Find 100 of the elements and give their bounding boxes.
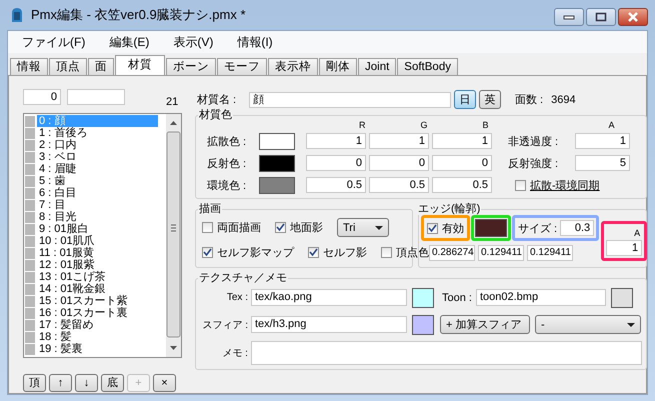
list-item[interactable]: 18 : 髪 bbox=[24, 331, 166, 343]
list-item[interactable]: 3 : ベロ bbox=[24, 151, 166, 163]
menu-item[interactable]: 情報(I) bbox=[237, 34, 273, 50]
list-item[interactable]: 12 : 01服紫 bbox=[24, 259, 166, 271]
tab[interactable]: モーフ bbox=[217, 58, 267, 75]
value-field[interactable]: 1 bbox=[306, 133, 366, 149]
minimize-button[interactable] bbox=[554, 8, 584, 26]
checkbox[interactable]: セルフ影マップ bbox=[202, 245, 294, 260]
list-item[interactable]: 7 : 目 bbox=[24, 199, 166, 211]
checkbox[interactable]: 地面影 bbox=[275, 220, 323, 235]
search-field[interactable] bbox=[67, 89, 125, 105]
tab[interactable]: 頂点 bbox=[49, 58, 87, 75]
value-field[interactable]: 0.5 bbox=[369, 177, 429, 193]
column-header: R bbox=[359, 121, 366, 130]
memo-field[interactable] bbox=[250, 340, 642, 364]
list-item[interactable]: 17 : 髪留め bbox=[24, 319, 166, 331]
checkbox[interactable]: 有効 bbox=[427, 220, 464, 236]
checkbox[interactable]: 両面描画 bbox=[202, 220, 261, 235]
caret-icon bbox=[375, 226, 383, 230]
list-item[interactable]: 1 : 首後ろ bbox=[24, 127, 166, 139]
maximize-icon bbox=[595, 12, 607, 22]
field-label: 反射強度 : bbox=[508, 156, 560, 170]
value-field[interactable]: 0 bbox=[369, 155, 429, 171]
sphere-field[interactable]: tex/h3.png bbox=[251, 316, 407, 333]
tab[interactable]: 情報 bbox=[10, 58, 48, 75]
list-item[interactable]: 6 : 白目 bbox=[24, 187, 166, 199]
list-item[interactable]: 10 : 01肌爪 bbox=[24, 235, 166, 247]
toon-field[interactable]: toon02.bmp bbox=[476, 289, 606, 306]
group-title: エッジ(輪郭) bbox=[417, 203, 482, 215]
list-item[interactable]: 8 : 目光 bbox=[24, 211, 166, 223]
language-button[interactable]: 日 bbox=[454, 90, 476, 109]
tab[interactable]: 材質 bbox=[115, 55, 165, 75]
dropdown[interactable]: + 加算スフィア bbox=[440, 315, 530, 334]
list-button[interactable]: ↓ bbox=[75, 374, 98, 392]
checkbox[interactable]: 頂点色 bbox=[381, 245, 429, 260]
value-field[interactable]: 5 bbox=[575, 155, 630, 171]
menu-item[interactable]: 編集(E) bbox=[109, 34, 150, 50]
color-swatch[interactable] bbox=[259, 154, 295, 172]
texture-field[interactable]: tex/kao.png bbox=[251, 289, 407, 306]
color-swatch[interactable] bbox=[412, 288, 434, 308]
list-item[interactable]: 9 : 01服白 bbox=[24, 223, 166, 235]
field-label: メモ : bbox=[221, 346, 248, 360]
menu-item[interactable]: 表示(V) bbox=[173, 34, 214, 50]
field-label: Toon : bbox=[442, 292, 472, 304]
size-field[interactable]: 0.3 bbox=[560, 220, 594, 236]
list-item[interactable]: 4 : 眉睫 bbox=[24, 163, 166, 175]
value-field[interactable]: 1 bbox=[369, 133, 429, 149]
window-title: Pmx編集 - 衣笠ver0.9臓装ナシ.pmx * bbox=[31, 6, 246, 24]
tab[interactable]: 面 bbox=[88, 58, 114, 75]
value-field[interactable]: 1 bbox=[575, 133, 630, 149]
color-swatch[interactable] bbox=[259, 132, 295, 150]
color-swatch[interactable] bbox=[412, 314, 434, 334]
list-item[interactable]: 13 : 01こげ茶 bbox=[24, 271, 166, 283]
list-button[interactable]: × bbox=[153, 374, 176, 392]
value-field[interactable]: 0.5 bbox=[432, 177, 492, 193]
menu-item[interactable]: ファイル(F) bbox=[22, 34, 86, 50]
value-field[interactable]: 1 bbox=[606, 240, 642, 256]
checkbox[interactable]: セルフ影 bbox=[308, 245, 367, 260]
tab[interactable]: Joint bbox=[358, 58, 396, 75]
material-count: 21 bbox=[166, 96, 178, 108]
list-item[interactable]: 19 : 髪裏 bbox=[24, 343, 166, 355]
value-field[interactable]: 0 bbox=[306, 155, 366, 171]
list-item[interactable]: 15 : 01スカート紫 bbox=[24, 295, 166, 307]
column-header: A bbox=[634, 228, 640, 238]
index-field[interactable]: 0 bbox=[23, 89, 61, 105]
value-field[interactable]: 0.286274 bbox=[429, 245, 475, 261]
color-swatch[interactable] bbox=[610, 288, 633, 308]
field-label: サイズ : bbox=[518, 222, 558, 236]
check-icon bbox=[276, 223, 285, 232]
tab[interactable]: 表示枠 bbox=[268, 58, 318, 75]
close-button[interactable] bbox=[618, 8, 648, 26]
tab[interactable]: ボーン bbox=[166, 58, 216, 75]
close-icon bbox=[626, 12, 640, 22]
value-field[interactable]: 0.129411 bbox=[478, 245, 524, 261]
field-label: スフィア : bbox=[202, 318, 248, 332]
list-item[interactable]: 11 : 01服黄 bbox=[24, 247, 166, 259]
language-button[interactable]: 英 bbox=[479, 90, 501, 109]
list-item[interactable]: 2 : 口内 bbox=[24, 139, 166, 151]
checkbox[interactable]: 拡散-環境同期 bbox=[515, 178, 600, 192]
list-button[interactable]: 頂 bbox=[23, 374, 46, 392]
value-field[interactable]: 0.129411 bbox=[527, 245, 573, 261]
maximize-button[interactable] bbox=[586, 8, 616, 26]
color-swatch[interactable] bbox=[259, 176, 295, 194]
check-icon bbox=[203, 248, 212, 257]
tab[interactable]: SoftBody bbox=[397, 58, 458, 75]
color-swatch[interactable] bbox=[475, 219, 507, 237]
value-field[interactable]: 1 bbox=[432, 133, 492, 149]
list-button[interactable]: ↑ bbox=[49, 374, 72, 392]
list-item[interactable]: 14 : 01靴金銀 bbox=[24, 283, 166, 295]
dropdown[interactable]: Tri bbox=[337, 218, 389, 237]
value-field[interactable]: 0 bbox=[432, 155, 492, 171]
list-item[interactable]: 16 : 01スカート裏 bbox=[24, 307, 166, 319]
list-item[interactable]: 5 : 歯 bbox=[24, 175, 166, 187]
list-button[interactable]: 底 bbox=[101, 374, 124, 392]
tab[interactable]: 剛体 bbox=[319, 58, 357, 75]
value-field[interactable]: 0.5 bbox=[306, 177, 366, 193]
dropdown[interactable]: - bbox=[535, 315, 641, 334]
group-title: テクスチャ／メモ bbox=[198, 272, 288, 284]
scrollbar[interactable] bbox=[166, 114, 181, 357]
name-field[interactable]: 顔 bbox=[249, 92, 451, 108]
